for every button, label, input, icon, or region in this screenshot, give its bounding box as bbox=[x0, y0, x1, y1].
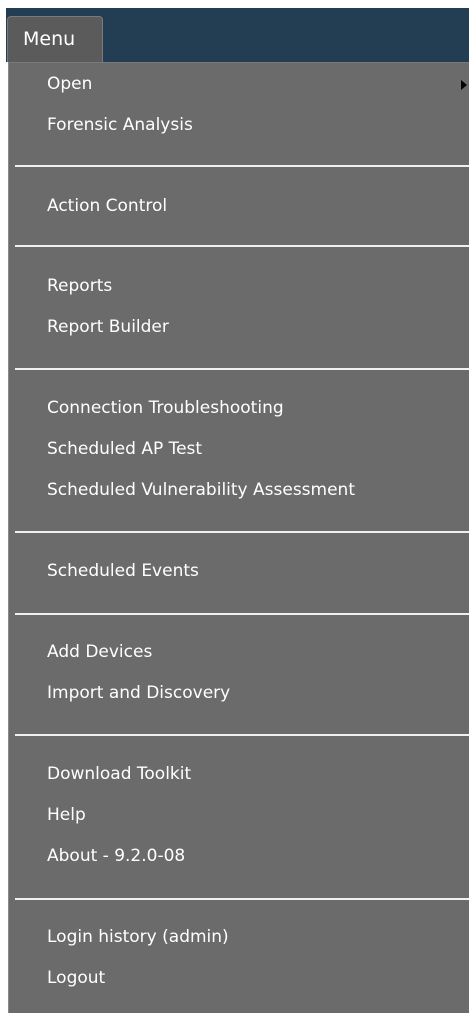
menu-item-label: Scheduled AP Test bbox=[47, 439, 203, 459]
menu-group-events: Scheduled Events bbox=[9, 551, 469, 592]
menu-item-reports[interactable]: Reports bbox=[9, 266, 469, 307]
submenu-arrow-icon bbox=[461, 80, 467, 90]
menu-separator bbox=[15, 165, 469, 167]
menu-group-reports: Reports Report Builder bbox=[9, 266, 469, 348]
menu-separator bbox=[15, 368, 469, 370]
menu-item-label: Add Devices bbox=[47, 642, 153, 662]
menu-item-label: Connection Troubleshooting bbox=[47, 398, 284, 418]
menu-item-label: Reports bbox=[47, 276, 113, 296]
menu-item-label: Forensic Analysis bbox=[47, 115, 193, 135]
menu-item-action-control[interactable]: Action Control bbox=[9, 186, 469, 227]
menu-item-label: Logout bbox=[47, 968, 106, 988]
menu-separator bbox=[15, 245, 469, 247]
menu-item-add-devices[interactable]: Add Devices bbox=[9, 632, 469, 673]
menu-item-download-toolkit[interactable]: Download Toolkit bbox=[9, 754, 469, 795]
menu-group-action: Action Control bbox=[9, 186, 469, 227]
menu-item-label: About - 9.2.0-08 bbox=[47, 846, 186, 866]
menu-item-scheduled-ap-test[interactable]: Scheduled AP Test bbox=[9, 429, 469, 470]
menu-item-about[interactable]: About - 9.2.0-08 bbox=[9, 836, 469, 877]
menu-separator bbox=[15, 531, 469, 533]
menu-item-label: Action Control bbox=[47, 196, 168, 216]
menu-item-connection-troubleshooting[interactable]: Connection Troubleshooting bbox=[9, 388, 469, 429]
menu-item-label: Open bbox=[47, 74, 93, 94]
menu-item-logout[interactable]: Logout bbox=[9, 958, 469, 999]
menu-button[interactable]: Menu bbox=[7, 16, 103, 62]
menu-item-label: Download Toolkit bbox=[47, 764, 192, 784]
menu-item-report-builder[interactable]: Report Builder bbox=[9, 307, 469, 348]
menu-item-scheduled-events[interactable]: Scheduled Events bbox=[9, 551, 469, 592]
menu-item-open[interactable]: Open bbox=[9, 64, 469, 105]
menu-separator bbox=[15, 898, 469, 900]
menu-group-devices: Add Devices Import and Discovery bbox=[9, 632, 469, 714]
menu-item-label: Import and Discovery bbox=[47, 683, 231, 703]
menu-item-forensic-analysis[interactable]: Forensic Analysis bbox=[9, 105, 469, 146]
menu-group-open: Open Forensic Analysis bbox=[9, 63, 469, 146]
menu-item-help[interactable]: Help bbox=[9, 795, 469, 836]
menu-group-help: Download Toolkit Help About - 9.2.0-08 bbox=[9, 754, 469, 877]
menu-item-label: Login history (admin) bbox=[47, 927, 229, 947]
menu-item-login-history[interactable]: Login history (admin) bbox=[9, 917, 469, 958]
menu-item-label: Report Builder bbox=[47, 317, 169, 337]
menu-item-label: Scheduled Events bbox=[47, 561, 199, 581]
menu-separator bbox=[15, 613, 469, 615]
menu-dropdown: Open Forensic Analysis Action Control Re… bbox=[8, 62, 469, 1013]
menu-group-session: Login history (admin) Logout bbox=[9, 917, 469, 999]
menu-item-label: Help bbox=[47, 805, 86, 825]
menu-item-label: Scheduled Vulnerability Assessment bbox=[47, 480, 355, 500]
menu-group-testing: Connection Troubleshooting Scheduled AP … bbox=[9, 388, 469, 511]
menu-item-import-and-discovery[interactable]: Import and Discovery bbox=[9, 673, 469, 714]
menu-separator bbox=[15, 734, 469, 736]
menu-item-scheduled-vulnerability-assessment[interactable]: Scheduled Vulnerability Assessment bbox=[9, 470, 469, 511]
